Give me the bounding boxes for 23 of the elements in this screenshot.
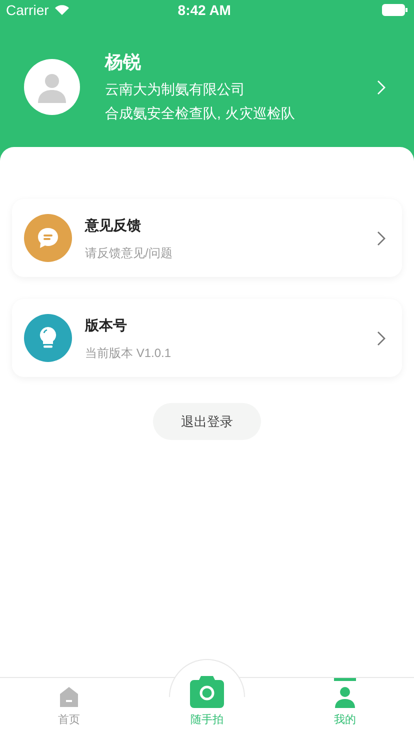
home-icon bbox=[59, 686, 79, 708]
tab-item[interactable]: 我的 bbox=[326, 678, 364, 736]
company-text: 云南大为制氨有限公司 bbox=[105, 80, 246, 99]
chevron-right-icon bbox=[377, 330, 386, 346]
chevron-right-icon bbox=[377, 80, 386, 94]
menu-title: 版本号 bbox=[85, 316, 128, 334]
tab-item[interactable]: 随手拍 bbox=[182, 659, 232, 736]
menu-subtitle: 当前版本 V1.0.1 bbox=[85, 344, 172, 362]
battery-icon bbox=[382, 4, 408, 16]
menu-subtitle: 请反馈意见/问题 bbox=[85, 244, 174, 262]
clock-text: 8:42 AM bbox=[176, 0, 232, 20]
tab-item[interactable]: 首页 bbox=[50, 678, 88, 736]
menu-card[interactable]: 版本号 当前版本 V1.0.1 bbox=[12, 299, 402, 377]
user-name: 杨锐 bbox=[105, 51, 142, 74]
wifi-icon bbox=[54, 5, 69, 15]
menu-title: 意见反馈 bbox=[85, 216, 142, 234]
logout-button[interactable]: 退出登录 bbox=[153, 403, 261, 440]
profile-row[interactable]: 杨锐 云南大为制氨有限公司 合成氨安全检查队, 火灾巡检队 bbox=[0, 49, 414, 125]
person-icon bbox=[334, 686, 356, 708]
carrier-text: Carrier bbox=[6, 0, 49, 20]
teams-text: 合成氨安全检查队, 火灾巡检队 bbox=[105, 104, 296, 123]
chevron-right-icon bbox=[377, 230, 386, 246]
menu-card[interactable]: 意见反馈 请反馈意见/问题 bbox=[12, 199, 402, 277]
